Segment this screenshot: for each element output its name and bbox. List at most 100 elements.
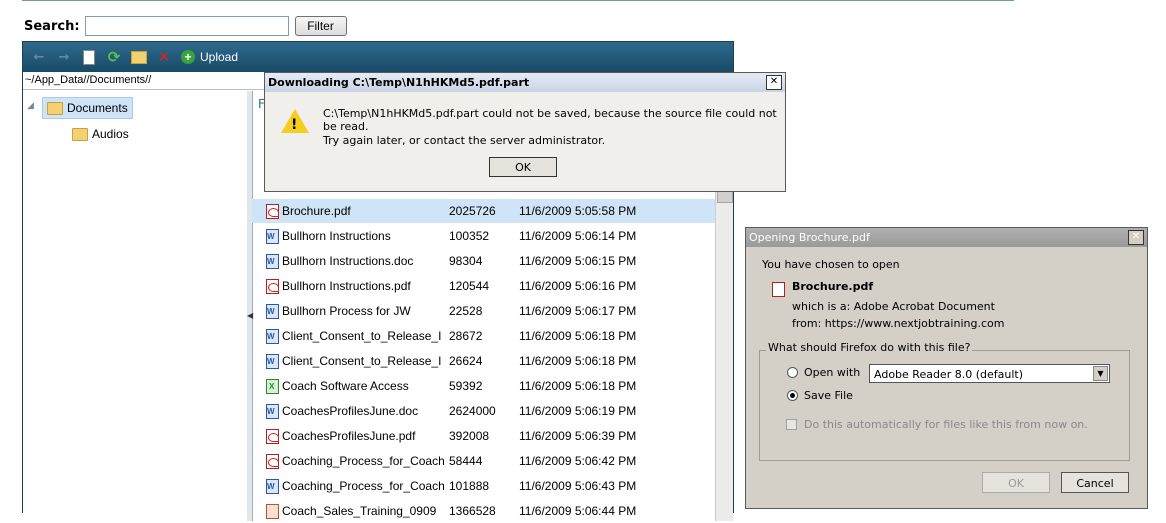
file-name: CoachesProfilesJune.pdf [282,429,416,443]
file-date: 11/6/2009 5:06:43 PM [519,479,637,493]
auto-checkbox[interactable] [786,419,797,430]
new-document-icon[interactable] [81,49,97,65]
tree-item-label: Documents [67,101,128,115]
close-icon[interactable]: ✕ [766,75,782,90]
file-name: Bullhorn Instructions [282,229,391,243]
file-name: Coaching_Process_for_Coach [282,479,445,493]
expand-triangle-icon[interactable]: ◢ [27,101,34,111]
delete-icon[interactable]: ✕ [156,48,172,66]
file-name: Bullhorn Process for JW [282,304,411,318]
open-file-name: Brochure.pdf [792,280,874,293]
table-row[interactable]: Client_Consent_to_Release_I 28672 11/6/2… [252,324,715,348]
open-with-radio[interactable] [787,367,798,378]
file-size: 100352 [449,229,490,243]
excel-file-icon [266,378,279,394]
file-date: 11/6/2009 5:06:14 PM [519,229,637,243]
file-size: 2624000 [449,404,496,418]
save-file-radio[interactable] [787,390,798,401]
dropdown-arrow-icon[interactable]: ▼ [1093,366,1108,381]
filter-button[interactable]: Filter [294,16,347,36]
word-file-icon [266,478,279,494]
download-error-dialog: Downloading C:\Temp\N1hHKMd5.pdf.part ✕ … [264,72,786,192]
file-size: 28672 [449,329,483,343]
word-file-icon [266,403,279,419]
file-name: Coaching_Process_for_Coach [282,454,445,468]
pdf-file-icon [772,282,785,297]
open-with-select[interactable]: Adobe Reader 8.0 (default) ▼ [869,364,1110,383]
file-size: 22528 [449,304,483,318]
table-row[interactable]: CoachesProfilesJune.pdf 392008 11/6/2009… [252,424,715,448]
save-file-label: Save File [804,389,853,402]
file-size: 59392 [449,379,483,393]
file-size: 120544 [449,279,490,293]
dialog-title-text: Opening Brochure.pdf [749,231,870,244]
file-name: CoachesProfilesJune.doc [282,404,419,418]
pdf-file-icon [266,428,279,444]
table-row[interactable]: Bullhorn Instructions.doc 98304 11/6/200… [252,249,715,273]
cancel-button[interactable]: Cancel [1061,472,1129,493]
word-file-icon [266,303,279,319]
file-date: 11/6/2009 5:06:42 PM [519,454,637,468]
dialog-title: Downloading C:\Temp\N1hHKMd5.pdf.part ✕ [265,73,785,92]
table-row[interactable]: Bullhorn Instructions.pdf 120544 11/6/20… [252,274,715,298]
table-row[interactable]: Coaching_Process_for_Coach 101888 11/6/2… [252,474,715,498]
word-file-icon [266,328,279,344]
file-size: 101888 [449,479,490,493]
open-with-label: Open with [804,366,861,379]
forward-arrow-icon[interactable]: → [56,49,72,65]
table-row[interactable]: Bullhorn Instructions 100352 11/6/2009 5… [252,224,715,248]
word-file-icon [266,228,279,244]
file-date: 11/6/2009 5:06:19 PM [519,404,637,418]
file-name: Bullhorn Instructions.pdf [282,279,411,293]
file-name: Client_Consent_to_Release_I [282,329,442,343]
tree-item-audios[interactable]: Audios [72,124,129,144]
file-name: Brochure.pdf [282,204,351,218]
table-row[interactable]: Client_Consent_to_Release_I 26624 11/6/2… [252,349,715,373]
auto-label: Do this automatically for files like thi… [804,418,1088,431]
file-date: 11/6/2009 5:06:18 PM [519,354,637,368]
file-size: 392008 [449,429,490,443]
table-row[interactable]: Brochure.pdf 2025726 11/6/2009 5:05:58 P… [252,199,715,223]
powerpoint-file-icon [266,503,279,519]
table-row[interactable]: CoachesProfilesJune.doc 2624000 11/6/200… [252,399,715,423]
table-row[interactable]: Coach Software Access 59392 11/6/2009 5:… [252,374,715,398]
upload-button[interactable]: + Upload [181,50,238,64]
plus-icon: + [181,50,195,64]
pdf-file-icon [266,453,279,469]
open-file-dialog: Opening Brochure.pdf ✕ You have chosen t… [745,227,1148,509]
file-date: 11/6/2009 5:06:17 PM [519,304,637,318]
folder-tree: ◢ Documents Audios [23,91,248,521]
refresh-icon[interactable]: ⟳ [106,48,122,66]
file-date: 11/6/2009 5:06:39 PM [519,429,637,443]
pdf-file-icon [266,203,279,219]
open-with-value: Adobe Reader 8.0 (default) [874,368,1023,381]
file-date: 11/6/2009 5:06:16 PM [519,279,637,293]
table-row[interactable]: Coaching_Process_for_Coach 58444 11/6/20… [252,449,715,473]
close-icon[interactable]: ✕ [1128,230,1144,245]
table-row[interactable]: Coach_Sales_Training_0909 1366528 11/6/2… [252,499,715,523]
file-size: 1366528 [449,504,496,518]
file-name: Bullhorn Instructions.doc [282,254,414,268]
new-folder-icon[interactable] [131,49,147,65]
file-date: 11/6/2009 5:05:58 PM [519,204,637,218]
file-size: 58444 [449,454,483,468]
intro-text: You have chosen to open [762,258,900,271]
back-arrow-icon[interactable]: ← [31,49,47,65]
table-row[interactable]: Bullhorn Process for JW 22528 11/6/2009 … [252,299,715,323]
file-size: 2025726 [449,204,496,218]
tree-item-documents[interactable]: Documents [42,97,133,119]
file-toolbar: ← → ⟳ ✕ + Upload [23,42,733,72]
ok-button[interactable]: OK [982,472,1050,493]
scrollbar-thumb[interactable] [717,191,733,203]
file-type-text: which is a: Adobe Acrobat Document [792,300,995,313]
search-label: Search: [24,18,80,34]
upload-label: Upload [200,50,239,64]
tree-item-label: Audios [92,127,129,141]
dialog-title: Opening Brochure.pdf ✕ [746,228,1147,247]
file-date: 11/6/2009 5:06:18 PM [519,329,637,343]
file-date: 11/6/2009 5:06:44 PM [519,504,637,518]
ok-button[interactable]: OK [489,157,557,177]
search-input[interactable] [84,16,289,36]
warning-exclamation: ! [291,117,298,133]
file-name: Coach_Sales_Training_0909 [282,504,437,518]
